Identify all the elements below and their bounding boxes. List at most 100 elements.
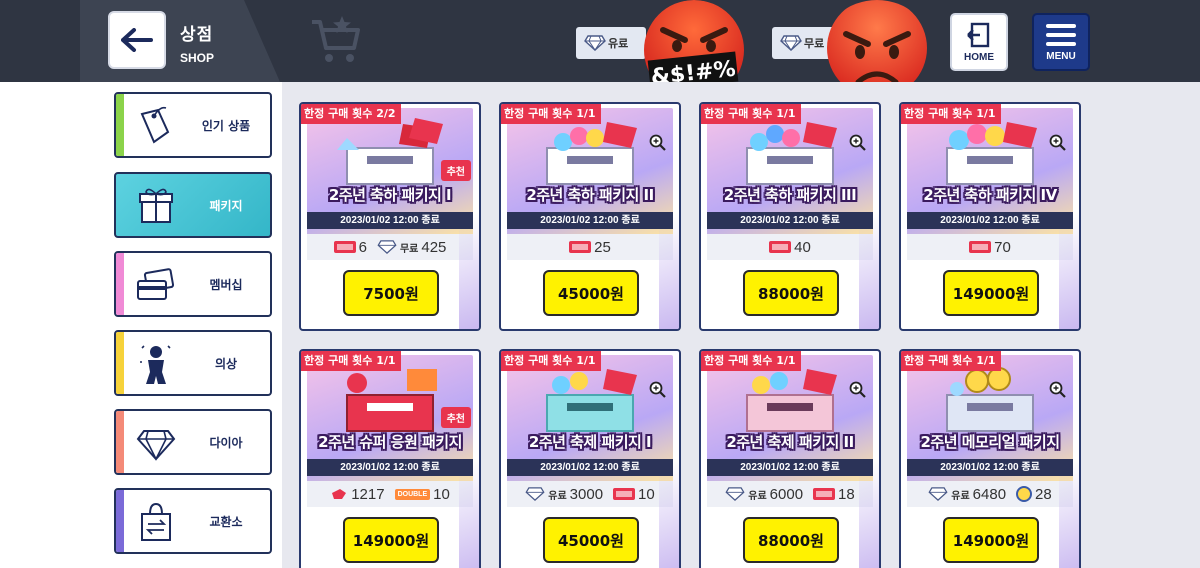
zoom-icon[interactable] — [1049, 381, 1067, 399]
diamond-paid-icon — [725, 487, 745, 501]
shopping-cart-icon — [312, 16, 360, 62]
content-item: 1217 — [330, 485, 385, 503]
item-quantity: 6480 — [972, 485, 1007, 503]
price-button[interactable]: 45000원 — [543, 517, 639, 563]
product-card[interactable]: 한정 구매 횟수 1/1 2주년 축제 패키지 II 2023/01/02 12… — [699, 349, 881, 568]
product-card[interactable]: 한정 구매 횟수 1/1 2주년 메모리얼 패키지 2023/01/02 12:… — [899, 349, 1081, 568]
hamburger-menu-icon — [1046, 23, 1076, 46]
item-quantity: 25 — [594, 238, 611, 256]
arrow-left-icon — [121, 28, 153, 52]
diamond-icon — [780, 35, 802, 51]
product-card[interactable]: 한정 구매 횟수 1/1 2주년 축하 패키지 IV 2023/01/02 12… — [899, 102, 1081, 331]
diamond-icon — [136, 430, 176, 461]
sidebar-item-membership[interactable]: 멤버십 — [114, 251, 272, 317]
back-button[interactable] — [108, 11, 166, 69]
item-quantity: 1217 — [351, 485, 385, 503]
sidebar-item-diamond[interactable]: 다이아 — [114, 409, 272, 475]
ticket-icon — [969, 241, 992, 253]
zoom-icon[interactable] — [649, 134, 667, 152]
item-quantity: 6000 — [769, 485, 804, 503]
paid-label: 유료 — [608, 37, 629, 50]
sidebar-item-label: 의상 — [214, 356, 238, 371]
sidebar-item-label: 멤버십 — [209, 277, 243, 292]
price-tag-icon — [140, 106, 170, 144]
home-label: HOME — [964, 51, 994, 63]
end-date: 2023/01/02 12:00 종료 — [707, 459, 873, 476]
top-bar: 상점 SHOP 유료 무료 &$!#% HOME MENU — [0, 0, 1200, 100]
item-quantity: 70 — [994, 238, 1011, 256]
ticket-icon — [613, 488, 636, 500]
zoom-icon[interactable] — [849, 381, 867, 399]
membership-card-icon — [137, 268, 175, 300]
menu-button[interactable]: MENU — [1032, 13, 1090, 71]
product-card[interactable]: 한정 구매 횟수 1/1 2주년 축하 패키지 III 2023/01/02 1… — [699, 102, 881, 331]
zoom-icon[interactable] — [849, 134, 867, 152]
recommended-badge: 추천 — [440, 160, 471, 181]
sidebar-stripe — [116, 332, 124, 394]
package-contents: 70 — [907, 234, 1073, 260]
product-name: 2주년 축하 패키지 II — [526, 186, 654, 204]
price-button[interactable]: 149000원 — [343, 517, 439, 563]
sidebar-item-exchange[interactable]: 교환소 — [114, 488, 272, 554]
ticket-icon — [569, 241, 592, 253]
product-grid: 한정 구매 횟수 2/2 추천 2주년 축하 패키지 I 2023/01/02 … — [282, 82, 1200, 568]
item-quantity: 6 — [358, 238, 367, 256]
price-button[interactable]: 45000원 — [543, 270, 639, 316]
category-sidebar: 인기 상품 패키지 멤버십 의상 다이아 교환소 — [0, 82, 282, 568]
price-button[interactable]: 88000원 — [743, 517, 839, 563]
product-name: 2주년 축제 패키지 II — [726, 433, 854, 451]
diamond-icon — [584, 35, 606, 51]
sidebar-stripe — [116, 490, 124, 552]
menu-label: MENU — [1046, 50, 1076, 62]
diamond-free-icon — [377, 240, 397, 254]
recommended-badge: 추천 — [440, 407, 471, 428]
home-button[interactable]: HOME — [950, 13, 1008, 71]
product-name: 2주년 메모리얼 패키지 — [920, 433, 1060, 451]
item-quantity: 3000 — [569, 485, 604, 503]
content-item: 25 — [569, 239, 611, 256]
page-title-english: SHOP — [180, 51, 215, 65]
content-item: 18 — [813, 486, 855, 503]
price-button[interactable]: 88000원 — [743, 270, 839, 316]
coin-icon — [1016, 486, 1033, 502]
sidebar-stripe — [116, 253, 124, 315]
content-item: 무료 425 — [377, 239, 446, 256]
purchase-limit-badge: 한정 구매 횟수 1/1 — [901, 104, 1001, 124]
product-card[interactable]: 한정 구매 횟수 1/1 2주년 축제 패키지 I 2023/01/02 12:… — [499, 349, 681, 568]
item-quantity: 10 — [433, 485, 450, 503]
sidebar-item-popular[interactable]: 인기 상품 — [114, 92, 272, 158]
ticket-icon — [333, 241, 356, 253]
item-type-label: 유료 — [548, 490, 567, 502]
end-date: 2023/01/02 12:00 종료 — [507, 459, 673, 476]
sidebar-item-package[interactable]: 패키지 — [114, 172, 272, 238]
ticket-icon — [813, 488, 836, 500]
zoom-icon[interactable] — [649, 381, 667, 399]
sidebar-stripe — [116, 94, 124, 156]
item-type-label: 무료 — [399, 243, 419, 255]
sidebar-item-costume[interactable]: 의상 — [114, 330, 272, 396]
costume-icon — [140, 345, 171, 384]
content-item: 40 — [769, 239, 811, 256]
product-name: 2주년 축하 패키지 IV — [923, 186, 1057, 204]
zoom-icon[interactable] — [1049, 134, 1067, 152]
product-name: 2주년 축제 패키지 I — [528, 433, 652, 451]
product-card[interactable]: 한정 구매 횟수 1/1 2주년 축하 패키지 II 2023/01/02 12… — [499, 102, 681, 331]
purchase-limit-badge: 한정 구매 횟수 1/1 — [701, 104, 801, 124]
gift-box-icon — [139, 188, 173, 223]
price-button[interactable]: 7500원 — [343, 270, 439, 316]
sidebar-item-label: 인기 상품 — [201, 118, 251, 133]
price-button[interactable]: 149000원 — [943, 517, 1039, 563]
content-item: DOUBLE 10 — [394, 485, 450, 503]
content-item: 유료 6480 — [928, 486, 1006, 503]
end-date: 2023/01/02 12:00 종료 — [707, 212, 873, 229]
exchange-bag-icon — [141, 502, 171, 541]
product-card[interactable]: 한정 구매 횟수 2/2 추천 2주년 축하 패키지 I 2023/01/02 … — [299, 102, 481, 331]
purchase-limit-badge: 한정 구매 횟수 1/1 — [301, 351, 401, 371]
product-name: 2주년 축하 패키지 III — [723, 186, 857, 204]
product-name: 2주년 축하 패키지 I — [328, 186, 452, 204]
price-button[interactable]: 149000원 — [943, 270, 1039, 316]
item-type-label: 유료 — [748, 490, 767, 502]
paid-diamond-counter[interactable]: 유료 — [576, 27, 646, 59]
product-card[interactable]: 한정 구매 횟수 1/1 추천 2주년 슈퍼 응원 패키지 2023/01/02… — [299, 349, 481, 568]
package-contents: 6 무료 425 — [307, 234, 473, 260]
